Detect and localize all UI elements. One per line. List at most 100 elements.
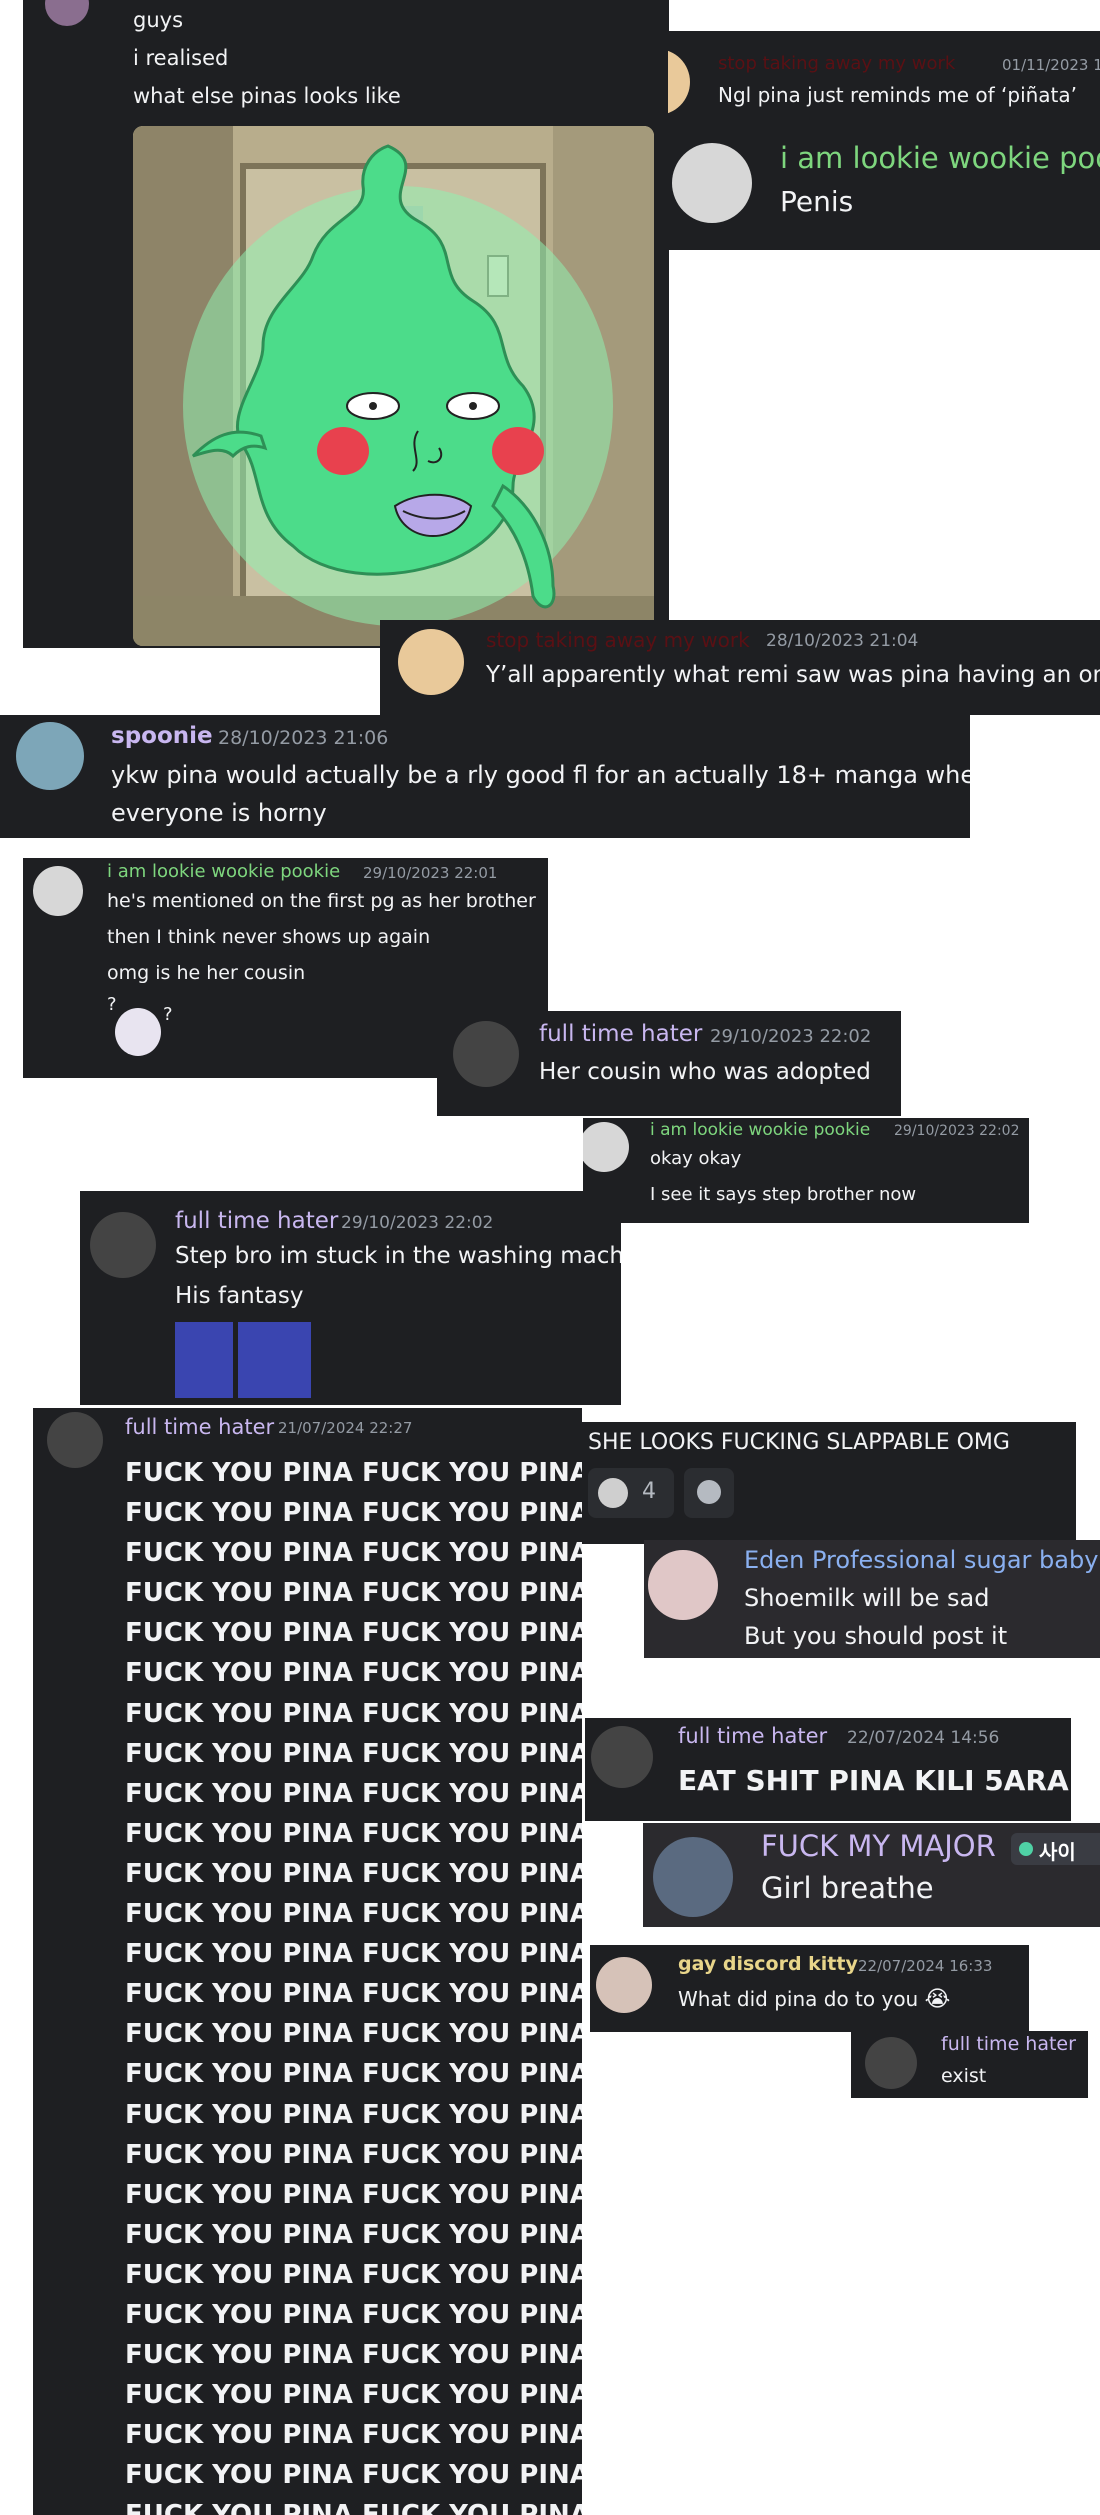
reaction-chip[interactable]: 4: [588, 1468, 674, 1518]
add-reaction-button[interactable]: [684, 1468, 734, 1518]
spam-line: FUCK YOU PINA FUCK YOU PINA: [125, 1618, 582, 1649]
author-name[interactable]: stop taking away my work: [486, 628, 750, 652]
message-text: SHE LOOKS FUCKING SLAPPABLE OMG: [588, 1430, 1010, 1455]
avatar[interactable]: [653, 1837, 733, 1917]
message-card-spam: full time hater 21/07/2024 22:27 FUCK YO…: [33, 1408, 582, 2515]
message-line: guys: [133, 8, 184, 32]
smiley-icon: [697, 1480, 721, 1504]
spam-line: FUCK YOU PINA FUCK YOU PINA: [125, 2139, 582, 2170]
avatar[interactable]: [668, 49, 690, 115]
avatar[interactable]: [45, 0, 89, 26]
timestamp: 22/07/2024 16:33: [858, 1957, 993, 1975]
message-line: His fantasy: [175, 1283, 304, 1309]
avatar[interactable]: [596, 1957, 652, 2013]
message-card-guys: guys i realised what else pinas looks li…: [23, 0, 669, 648]
timestamp: 28/10/2023 21:04: [766, 631, 919, 651]
timestamp: 29/10/2023 22:01: [363, 864, 498, 882]
message-card-eat-shit: full time hater 22/07/2024 14:56 EAT SHI…: [585, 1718, 1071, 1821]
avatar[interactable]: [90, 1212, 156, 1278]
spam-line: FUCK YOU PINA FUCK YOU PINA: [125, 1899, 582, 1930]
message-line: i realised: [133, 46, 229, 70]
message-line: omg is he her cousin: [107, 962, 306, 984]
spam-line: FUCK YOU PINA FUCK YOU PINA: [125, 2460, 582, 2491]
message-text: Ngl pina just reminds me of ‘piñata’: [718, 83, 1078, 107]
attached-image[interactable]: [133, 126, 654, 646]
message-text-body: What did pina do to you: [678, 1987, 919, 2011]
message-text: exist: [941, 2065, 987, 2087]
message-text: Y’all apparently what remi saw was pina …: [486, 662, 1100, 688]
spam-line: FUCK YOU PINA FUCK YOU PINA: [125, 1818, 582, 1849]
timestamp: 21/07/2024 22:27: [278, 1419, 413, 1437]
avatar[interactable]: [453, 1021, 519, 1087]
spam-line: FUCK YOU PINA FUCK YOU PINA: [125, 1778, 582, 1809]
spam-block: FUCK YOU PINA FUCK YOU PINA FUCK YOU PIN…: [125, 1453, 582, 2515]
message-text: What did pina do to you 😭: [678, 1987, 950, 2012]
spam-line: FUCK YOU PINA FUCK YOU PINA: [125, 2380, 582, 2411]
reaction-count: 4: [642, 1479, 656, 1504]
author-name[interactable]: i am lookie wookie pookie: [107, 861, 340, 882]
message-text: Penis: [780, 185, 854, 218]
message-line: ykw pina would actually be a rly good fl…: [111, 761, 970, 789]
question-mark: ?: [107, 994, 117, 1015]
author-name[interactable]: full time hater: [175, 1208, 338, 1234]
message-card-washing-machine: full time hater 29/10/2023 22:02 Step br…: [80, 1191, 621, 1405]
crying-emoji: 😭: [924, 1987, 951, 2012]
role-tag: 사이: [1039, 1840, 1076, 1864]
avatar[interactable]: [865, 2037, 917, 2089]
avatar[interactable]: [33, 866, 83, 916]
message-line: what else pinas looks like: [133, 84, 401, 108]
spam-line: FUCK YOU PINA FUCK YOU PINA: [125, 2420, 582, 2451]
sticker-image[interactable]: [238, 1322, 311, 1398]
message-line: everyone is horny: [111, 799, 327, 827]
author-name[interactable]: full time hater: [941, 2033, 1076, 2055]
message-line: Step bro im stuck in the washing machine: [175, 1243, 621, 1269]
spam-line: FUCK YOU PINA FUCK YOU PINA: [125, 2219, 582, 2250]
message-card-penis: i am lookie wookie pooki Penis: [668, 123, 1100, 250]
spam-line: FUCK YOU PINA FUCK YOU PINA: [125, 2340, 582, 2371]
reaction-sticker-icon: [598, 1478, 628, 1508]
author-name[interactable]: spoonie: [111, 723, 213, 749]
message-card-adopted: full time hater 29/10/2023 22:02 Her cou…: [437, 1011, 901, 1116]
heart-icon: [1019, 1842, 1033, 1856]
spam-line: FUCK YOU PINA FUCK YOU PINA: [125, 2259, 582, 2290]
avatar[interactable]: [47, 1412, 103, 1468]
message-text: Girl breathe: [761, 1871, 934, 1905]
author-name[interactable]: i am lookie wookie pooki: [780, 141, 1100, 175]
spam-line: FUCK YOU PINA FUCK YOU PINA: [125, 1979, 582, 2010]
ghost-image: [133, 126, 654, 646]
message-card-exist: full time hater exist: [851, 2031, 1088, 2098]
message-text: Her cousin who was adopted: [539, 1059, 871, 1085]
avatar[interactable]: [648, 1550, 718, 1620]
message-line: I see it says step brother now: [650, 1184, 917, 1205]
role-badge: 사이: [1011, 1833, 1100, 1865]
spam-line: FUCK YOU PINA FUCK YOU PINA: [125, 1578, 582, 1609]
message-card-kitty: gay discord kitty 22/07/2024 16:33 What …: [590, 1945, 1029, 2032]
author-name[interactable]: i am lookie wookie pookie: [650, 1120, 870, 1140]
spam-line: FUCK YOU PINA FUCK YOU PINA: [125, 1698, 582, 1729]
message-card-slappable: SHE LOOKS FUCKING SLAPPABLE OMG 4: [582, 1422, 1076, 1544]
timestamp: 28/10/2023 21:06: [218, 727, 389, 749]
message-line: then I think never shows up again: [107, 926, 431, 948]
author-name[interactable]: full time hater: [539, 1021, 702, 1047]
message-card-girl-breathe: FUCK MY MAJOR 사이 Girl breathe: [643, 1823, 1100, 1927]
avatar[interactable]: [16, 722, 84, 790]
timestamp: 22/07/2024 14:56: [847, 1728, 1000, 1748]
author-name[interactable]: full time hater: [678, 1724, 827, 1748]
message-line: But you should post it: [744, 1622, 1008, 1650]
message-text: EAT SHIT PINA KILI 5ARA: [678, 1764, 1069, 1797]
avatar[interactable]: [591, 1726, 653, 1788]
author-name[interactable]: stop taking away my work: [718, 53, 955, 74]
avatar[interactable]: [672, 143, 752, 223]
sticker-image[interactable]: [175, 1322, 233, 1398]
author-name[interactable]: FUCK MY MAJOR: [761, 1829, 996, 1863]
spam-line: FUCK YOU PINA FUCK YOU PINA: [125, 2099, 582, 2130]
avatar[interactable]: [398, 629, 464, 695]
spam-line: FUCK YOU PINA FUCK YOU PINA: [125, 2495, 582, 2515]
spam-line: FUCK YOU PINA FUCK YOU PINA: [125, 1538, 582, 1569]
author-name[interactable]: Eden Professional sugar baby: [744, 1546, 1098, 1574]
author-name[interactable]: full time hater: [125, 1415, 274, 1439]
avatar[interactable]: [583, 1122, 629, 1172]
spam-line: FUCK YOU PINA FUCK YOU PINA: [125, 2299, 582, 2330]
author-name[interactable]: gay discord kitty: [678, 1953, 858, 1975]
timestamp: 29/10/2023 22:02: [894, 1123, 1020, 1139]
